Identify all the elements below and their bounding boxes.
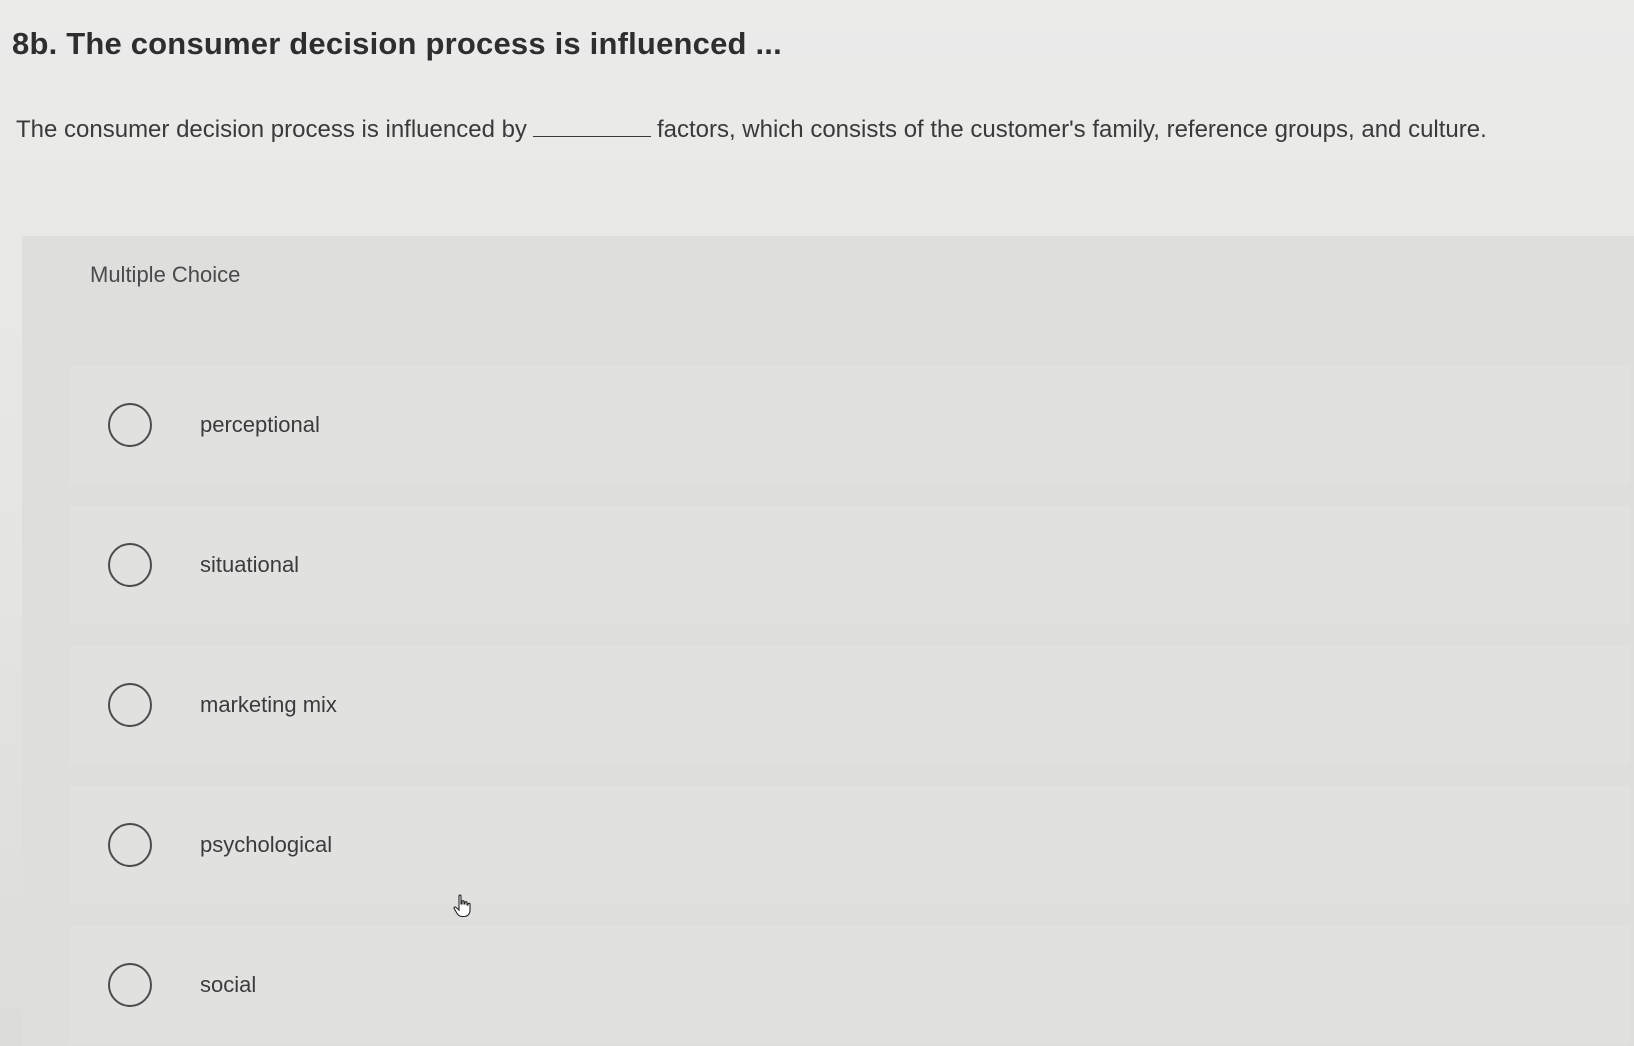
option-label: social [200,972,257,997]
prompt-text-before: The consumer decision process is influen… [16,116,527,143]
option-psychological[interactable]: psychological [70,786,1630,904]
fill-in-blank [532,118,651,137]
option-label: psychological [200,832,333,857]
page: 8b. The consumer decision process is inf… [0,0,1634,1046]
hand-pointer-icon [453,894,471,918]
radio-button[interactable] [108,543,152,587]
radio-button[interactable] [108,823,152,867]
multiple-choice-label: Multiple Choice [90,262,241,287]
radio-button[interactable] [108,683,152,727]
multiple-choice-panel: Multiple Choice perceptional situational… [22,236,1634,1046]
option-label: perceptional [200,412,320,437]
answer-options: perceptional situational marketing mix p… [70,366,1630,1046]
option-social[interactable]: social [70,926,1630,1044]
option-marketing-mix[interactable]: marketing mix [70,646,1630,764]
option-perceptional[interactable]: perceptional [70,366,1630,484]
option-label: situational [200,552,300,577]
radio-button[interactable] [108,403,152,447]
option-situational[interactable]: situational [70,506,1630,624]
prompt-text-after: factors, which consists of the customer'… [656,116,1487,143]
question-title: 8b. The consumer decision process is inf… [12,26,782,61]
option-label: marketing mix [200,692,337,717]
question-prompt: The consumer decision process is influen… [16,116,1626,144]
radio-button[interactable] [108,963,152,1007]
